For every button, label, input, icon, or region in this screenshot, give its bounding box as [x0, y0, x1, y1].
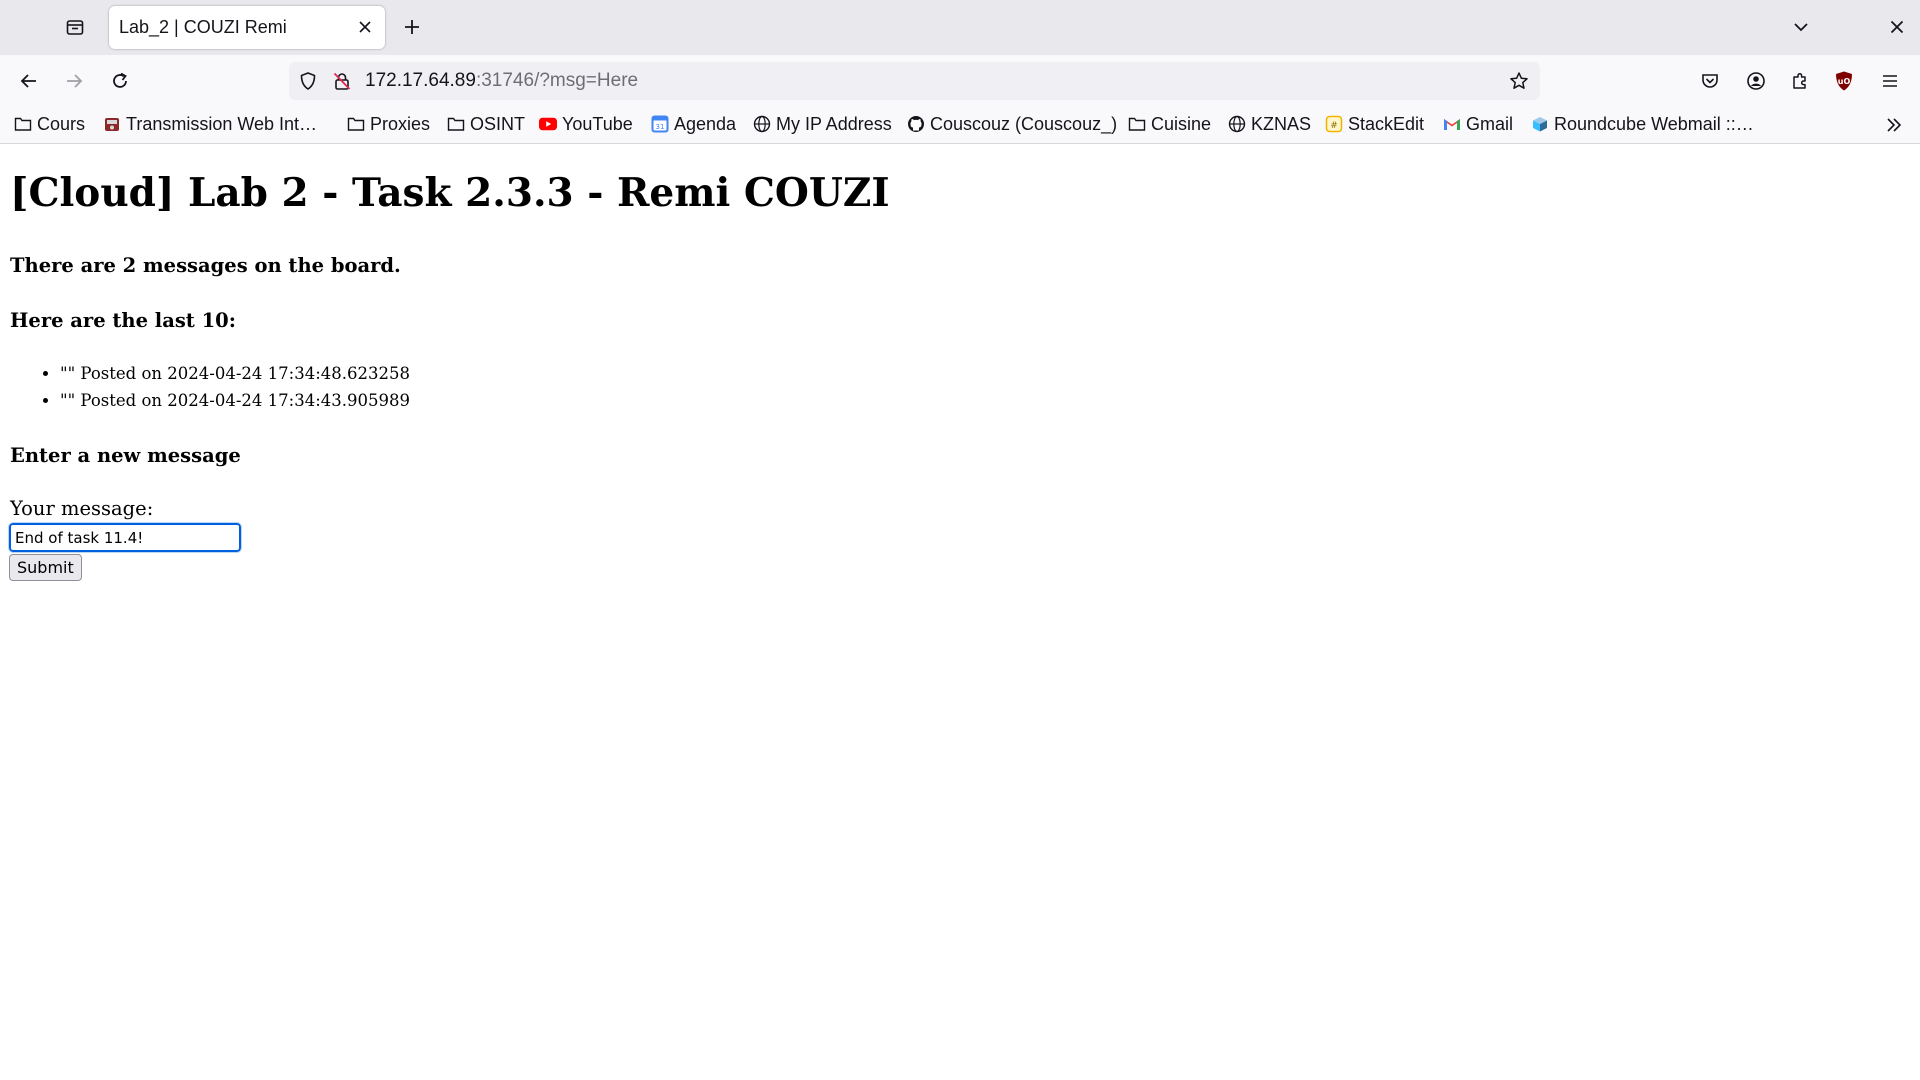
bookmark-label: Roundcube Webmail ::…: [1554, 113, 1754, 134]
bookmarks-overflow-button[interactable]: [1880, 111, 1908, 139]
insecure-lock-icon: [333, 72, 351, 90]
back-button[interactable]: [11, 63, 47, 99]
bookmark-stackedit[interactable]: # StackEdit: [1325, 107, 1424, 141]
youtube-icon: [539, 115, 557, 133]
bookmarks-toolbar: Cours Transmission Web Int… Proxies OSIN…: [0, 107, 1920, 144]
bookmark-osint[interactable]: OSINT: [447, 107, 525, 141]
plus-icon: [405, 20, 419, 34]
message-label: Your message:: [10, 497, 154, 520]
tab-strip: Lab_2 | COUZI Remi: [0, 0, 1920, 55]
close-icon: [359, 21, 371, 33]
github-icon: [907, 115, 925, 133]
page-content: [Cloud] Lab 2 - Task 2.3.3 - Remi COUZI …: [0, 144, 1920, 1080]
globe-icon: [753, 115, 771, 133]
address-bar[interactable]: 172.17.64.89:31746/?msg=Here: [289, 62, 1540, 100]
app-menu-button[interactable]: [1874, 65, 1906, 97]
bookmark-label: Agenda: [674, 113, 737, 134]
transmission-icon: [103, 115, 121, 133]
bookmark-my-ip-address[interactable]: My IP Address: [753, 107, 892, 141]
hamburger-menu-icon: [1883, 75, 1897, 87]
new-tab-button[interactable]: [398, 13, 426, 41]
pocket-button[interactable]: [1694, 65, 1726, 97]
navigation-toolbar: 172.17.64.89:31746/?msg=Here uO: [0, 55, 1920, 107]
calendar-icon: 31: [651, 115, 669, 133]
firefox-view-button[interactable]: [58, 14, 92, 40]
arrow-right-icon: [67, 74, 83, 88]
folder-icon: [1128, 115, 1146, 133]
bookmark-label: Cuisine: [1151, 113, 1212, 134]
ublock-origin-button[interactable]: uO: [1828, 65, 1860, 97]
tab-close-button[interactable]: [355, 17, 375, 37]
bookmark-roundcube[interactable]: Roundcube Webmail ::…: [1531, 107, 1754, 141]
ublock-origin-icon: uO: [1836, 71, 1852, 91]
globe-icon: [1228, 115, 1246, 133]
chevron-down-icon: [1794, 23, 1808, 32]
bookmark-youtube[interactable]: YouTube: [539, 107, 633, 141]
shield-icon: [300, 72, 316, 90]
stackedit-icon: #: [1325, 115, 1343, 133]
bookmark-label: KZNAS: [1251, 113, 1312, 134]
puzzle-icon: [1793, 72, 1806, 89]
bookmark-cuisine[interactable]: Cuisine: [1128, 107, 1211, 141]
double-chevron-right-icon: [1887, 118, 1902, 132]
bookmark-github-couscouz[interactable]: Couscouz (Couscouz_): [907, 107, 1117, 141]
bookmark-star-button[interactable]: [1508, 70, 1530, 92]
url-text[interactable]: 172.17.64.89:31746/?msg=Here: [365, 62, 638, 100]
list-item: "" Posted on 2024-04-24 17:34:48.623258: [60, 360, 410, 387]
reload-icon: [113, 72, 127, 88]
bookmark-label: My IP Address: [776, 113, 892, 134]
svg-text:31: 31: [656, 123, 665, 131]
submit-button[interactable]: Submit: [9, 554, 82, 581]
star-icon: [1510, 72, 1528, 89]
svg-text:#: #: [1330, 121, 1338, 131]
firefox-view-icon: [66, 20, 84, 35]
bookmark-gmail[interactable]: Gmail: [1443, 107, 1513, 141]
bookmark-cours[interactable]: Cours: [14, 107, 85, 141]
tab-active[interactable]: Lab_2 | COUZI Remi: [109, 6, 385, 49]
bookmark-agenda[interactable]: 31 Agenda: [651, 107, 736, 141]
bookmark-label: Gmail: [1466, 113, 1514, 134]
forward-button[interactable]: [56, 63, 92, 99]
bookmark-label: YouTube: [562, 113, 633, 134]
url-host: 172.17.64.89: [365, 70, 476, 91]
site-info-button[interactable]: [331, 70, 353, 92]
list-item: "" Posted on 2024-04-24 17:34:43.905989: [60, 387, 410, 414]
extensions-button[interactable]: [1784, 65, 1816, 97]
bookmark-label: Proxies: [370, 113, 431, 134]
account-icon: [1747, 72, 1765, 90]
folder-icon: [14, 115, 32, 133]
pocket-icon: [1702, 74, 1718, 88]
close-icon: [1890, 20, 1904, 34]
bookmark-label: Couscouz (Couscouz_): [930, 113, 1118, 134]
bookmark-label: Cours: [37, 113, 86, 134]
bookmark-label: StackEdit: [1348, 113, 1425, 134]
roundcube-icon: [1531, 115, 1549, 133]
url-path: :31746/?msg=Here: [475, 70, 639, 91]
account-button[interactable]: [1740, 65, 1772, 97]
message-input[interactable]: [8, 522, 242, 553]
message-list: "" Posted on 2024-04-24 17:34:48.623258 …: [10, 360, 410, 414]
bookmark-label: OSINT: [470, 113, 526, 134]
arrow-left-icon: [20, 74, 36, 88]
bookmark-label: Transmission Web Int…: [126, 113, 318, 134]
reload-button[interactable]: [102, 63, 138, 99]
page-title: [Cloud] Lab 2 - Task 2.3.3 - Remi COUZI: [10, 170, 890, 216]
window-close-button[interactable]: [1882, 13, 1912, 41]
svg-text:uO: uO: [1838, 77, 1851, 86]
new-message-heading: Enter a new message: [10, 444, 241, 467]
bookmark-kznas[interactable]: KZNAS: [1228, 107, 1311, 141]
tracking-protection-button[interactable]: [297, 70, 319, 92]
folder-icon: [447, 115, 465, 133]
list-all-tabs-button[interactable]: [1786, 13, 1816, 41]
message-count: There are 2 messages on the board.: [10, 254, 401, 277]
bookmark-transmission[interactable]: Transmission Web Int…: [103, 107, 317, 141]
bookmark-proxies[interactable]: Proxies: [347, 107, 430, 141]
tab-title: Lab_2 | COUZI Remi: [119, 17, 287, 37]
last-messages-heading: Here are the last 10:: [10, 309, 236, 332]
gmail-icon: [1443, 115, 1461, 133]
folder-icon: [347, 115, 365, 133]
